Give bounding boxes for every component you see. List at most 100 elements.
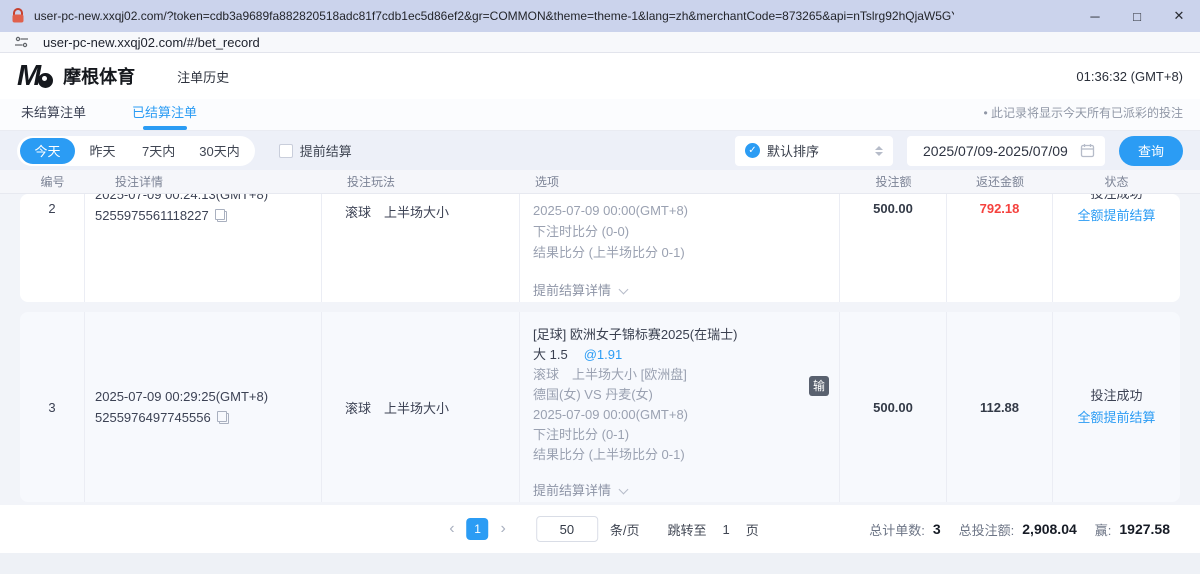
window-controls: ─ □ ✕ xyxy=(1074,0,1200,32)
range-today-button[interactable]: 今天 xyxy=(20,138,75,164)
early-settle-detail-toggle[interactable]: 提前结算详情 xyxy=(533,481,839,501)
app-header: M 摩根体育 注单历史 01:36:32 (GMT+8) xyxy=(0,53,1200,99)
col-header-no: 编号 xyxy=(20,173,85,190)
url-text[interactable]: user-pc-new.xxqj02.com/#/bet_record xyxy=(43,35,260,50)
col-header-detail: 投注详情 xyxy=(85,173,322,190)
bet-id: 5255976497745556 xyxy=(95,407,211,428)
row-number: 2 xyxy=(20,194,85,302)
odds-value: @1.91 xyxy=(584,347,623,362)
full-early-settle-link[interactable]: 全额提前结算 xyxy=(1053,205,1180,227)
stake-cell: 500.00 xyxy=(840,312,947,502)
selection: 大 1.5 xyxy=(533,347,568,362)
range-30days-button[interactable]: 30天内 xyxy=(187,138,251,164)
tab-unsettled[interactable]: 未结算注单 xyxy=(17,102,90,130)
table-row: 3 2025-07-09 00:29:25(GMT+8) 52559764977… xyxy=(20,312,1180,502)
bet-detail-cell: 2025-07-09 00:29:25(GMT+8) 5255976497745… xyxy=(85,312,322,502)
league-name: [足球] 欧洲女子锦标赛2025(在瑞士) xyxy=(533,325,839,345)
result-lose-badge: 输 xyxy=(809,376,829,396)
check-circle-icon: ✓ xyxy=(745,143,760,158)
jump-to-label: 跳转至 xyxy=(668,520,707,539)
payout-cell: 112.88 xyxy=(947,312,1053,502)
brand-name: 摩根体育 xyxy=(63,63,135,89)
early-settle-detail-label: 提前结算详情 xyxy=(533,481,611,501)
col-header-status: 状态 xyxy=(1053,173,1180,190)
full-early-settle-link[interactable]: 全额提前结算 xyxy=(1053,407,1180,429)
soccer-ball-icon xyxy=(38,73,53,88)
match-time: 2025-07-09 00:00(GMT+8) xyxy=(533,200,839,221)
prev-page-icon[interactable]: ‹ xyxy=(441,520,462,538)
date-range-pills: 今天 昨天 7天内 30天内 xyxy=(17,136,255,166)
payout-note: • 此记录将显示今天所有已派彩的投注 xyxy=(983,104,1183,130)
sort-selected-value: 默认排序 xyxy=(767,141,819,160)
jump-to-value[interactable]: 1 xyxy=(723,522,730,537)
score-at-bet: 下注时比分 (0-0) xyxy=(533,221,839,242)
next-page-icon[interactable]: › xyxy=(493,520,514,538)
summary-totals: 总计单数: 3 总投注额: 2,908.04 赢: 1927.58 xyxy=(869,520,1170,539)
col-header-payout: 返还金额 xyxy=(947,173,1053,190)
status-text: 投注成功 xyxy=(1053,385,1180,407)
result-score: 结果比分 (上半场比分 0-1) xyxy=(533,242,839,263)
early-settle-checkbox-group[interactable]: 提前结算 xyxy=(279,141,352,160)
row-number: 3 xyxy=(20,312,85,502)
date-range-input[interactable]: 2025/07/09-2025/07/09 xyxy=(907,136,1105,166)
range-7days-button[interactable]: 7天内 xyxy=(130,138,187,164)
page-number-button[interactable]: 1 xyxy=(467,518,489,540)
bet-play-cell: 滚球 上半场大小 xyxy=(322,312,520,502)
selection-line: 大 1.5 @1.91 xyxy=(533,345,839,365)
close-button[interactable]: ✕ xyxy=(1158,0,1200,32)
calendar-icon xyxy=(1080,143,1095,158)
tracking-protection-icon[interactable] xyxy=(14,36,29,48)
table-header-row: 编号 投注详情 投注玩法 选项 投注额 返还金额 状态 xyxy=(0,170,1200,194)
bottom-bar: ‹ 1 › 条/页 跳转至 1 页 总计单数: 3 总投注额: 2,908.04… xyxy=(0,505,1200,553)
chevron-down-icon xyxy=(619,485,629,495)
chevron-down-icon xyxy=(619,284,629,294)
bet-option-cell: [足球] 欧洲女子锦标赛2025(在瑞士) 大 1.5@1.91 滚球 上半场大… xyxy=(520,312,840,502)
total-count-value: 3 xyxy=(933,521,941,537)
per-page-input[interactable] xyxy=(536,516,598,542)
brand-logo-icon: M xyxy=(17,60,53,93)
payout-cell: 792.18 xyxy=(947,194,1053,302)
tab-settled[interactable]: 已结算注单 xyxy=(128,102,201,130)
copy-icon[interactable] xyxy=(215,209,227,222)
teams: 德国(女) VS 丹麦(女) xyxy=(533,385,839,405)
sort-dropdown[interactable]: ✓ 默认排序 xyxy=(735,136,893,166)
pagination: ‹ 1 › 条/页 跳转至 1 页 xyxy=(441,516,759,542)
tabs-bar: 未结算注单 已结算注单 • 此记录将显示今天所有已派彩的投注 xyxy=(0,99,1200,131)
status-cell: 投注成功 全额提前结算 xyxy=(1053,312,1180,502)
win-label: 赢: xyxy=(1095,520,1112,539)
early-settle-detail-label: 提前结算详情 xyxy=(533,280,611,301)
nav-bet-history[interactable]: 注单历史 xyxy=(177,67,229,86)
jump-page-suffix: 页 xyxy=(746,520,759,539)
lock-favicon-icon xyxy=(10,8,26,24)
tab-settled-label: 已结算注单 xyxy=(132,105,197,120)
total-stake-value: 2,908.04 xyxy=(1022,521,1077,537)
per-page-label: 条/页 xyxy=(610,520,640,539)
total-stake-label: 总投注额: xyxy=(959,520,1015,539)
filter-right-group: ✓ 默认排序 2025/07/09-2025/07/09 查询 xyxy=(735,136,1183,166)
match-time: 2025-07-09 00:00(GMT+8) xyxy=(533,405,839,425)
maximize-button[interactable]: □ xyxy=(1116,0,1158,32)
score-at-bet: 下注时比分 (0-1) xyxy=(533,425,839,445)
browser-titlebar: user-pc-new.xxqj02.com/?token=cdb3a9689f… xyxy=(0,0,1200,32)
bet-time: 2025-07-09 00:24:13(GMT+8) xyxy=(95,194,321,205)
logo-letter: M xyxy=(17,60,39,93)
bet-time: 2025-07-09 00:29:25(GMT+8) xyxy=(95,386,321,407)
range-yesterday-button[interactable]: 昨天 xyxy=(75,138,130,164)
early-settle-label: 提前结算 xyxy=(300,141,352,160)
date-range-value: 2025/07/09-2025/07/09 xyxy=(923,143,1068,159)
early-settle-checkbox[interactable] xyxy=(279,144,293,158)
status-cell: 投注成功 全额提前结算 xyxy=(1053,194,1180,302)
bet-detail-cell: 2025-07-09 00:24:13(GMT+8) 5255975561118… xyxy=(85,194,322,302)
col-header-stake: 投注额 xyxy=(840,173,947,190)
address-bar[interactable]: user-pc-new.xxqj02.com/#/bet_record xyxy=(0,32,1200,53)
copy-icon[interactable] xyxy=(217,411,229,424)
active-tab-underline xyxy=(143,126,187,130)
bet-play-cell: 滚球 上半场大小 xyxy=(322,194,520,302)
total-count-label: 总计单数: xyxy=(869,520,925,539)
result-score: 结果比分 (上半场比分 0-1) xyxy=(533,445,839,465)
bet-option-cell: 2025-07-09 00:00(GMT+8) 下注时比分 (0-0) 结果比分… xyxy=(520,194,840,302)
minimize-button[interactable]: ─ xyxy=(1074,0,1116,32)
col-header-play: 投注玩法 xyxy=(322,173,520,190)
early-settle-detail-toggle[interactable]: 提前结算详情 xyxy=(533,280,839,301)
search-button[interactable]: 查询 xyxy=(1119,136,1183,166)
